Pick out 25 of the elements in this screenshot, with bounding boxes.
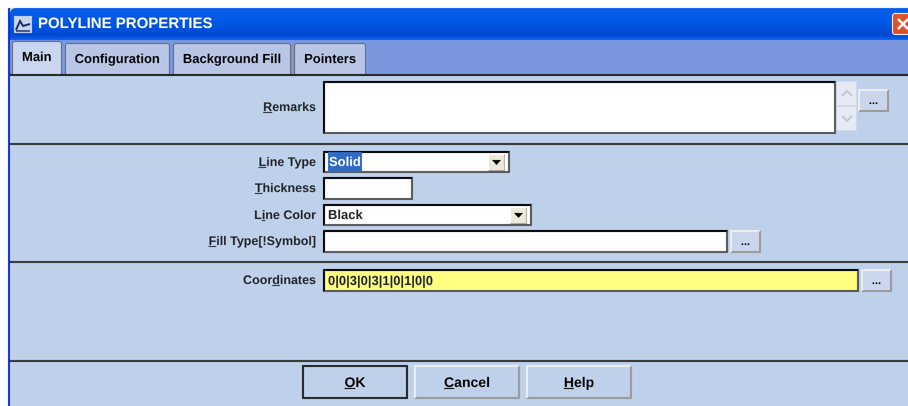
tab[interactable]: Configuration (64, 42, 170, 74)
browse-button[interactable]: ... (858, 89, 889, 112)
dialog-button[interactable]: Cancel (414, 365, 520, 399)
dialog-button[interactable]: Help (526, 365, 632, 399)
fill-type-field[interactable] (323, 230, 728, 253)
dropdown-field[interactable]: Solid (323, 151, 510, 173)
tab[interactable]: Background Fill (172, 42, 292, 74)
thickness-field[interactable] (323, 177, 413, 200)
browse-button[interactable]: ... (861, 269, 892, 292)
field-label: Line Type (258, 154, 316, 171)
tab[interactable]: Pointers (294, 42, 366, 74)
dialog-button[interactable]: OK (302, 365, 408, 399)
field-label: Thickness (254, 180, 316, 198)
remarks-field[interactable] (323, 81, 836, 134)
window-title: POLYLINE PROPERTIES (38, 14, 212, 34)
field-label: Fill Type[!Symbol] (208, 233, 316, 250)
field-label: Coordinates (242, 272, 316, 290)
field-label: Line Color (253, 206, 316, 224)
coordinates-field[interactable]: 0|0|3|0|3|1|0|1|0|0 (323, 269, 859, 292)
field-label: Remarks (262, 99, 316, 116)
tab[interactable]: Main (12, 40, 62, 74)
close-icon[interactable] (892, 13, 908, 35)
dropdown-field[interactable]: Black (323, 204, 532, 226)
browse-button[interactable]: ... (730, 230, 761, 253)
polyline-icon (14, 16, 32, 32)
